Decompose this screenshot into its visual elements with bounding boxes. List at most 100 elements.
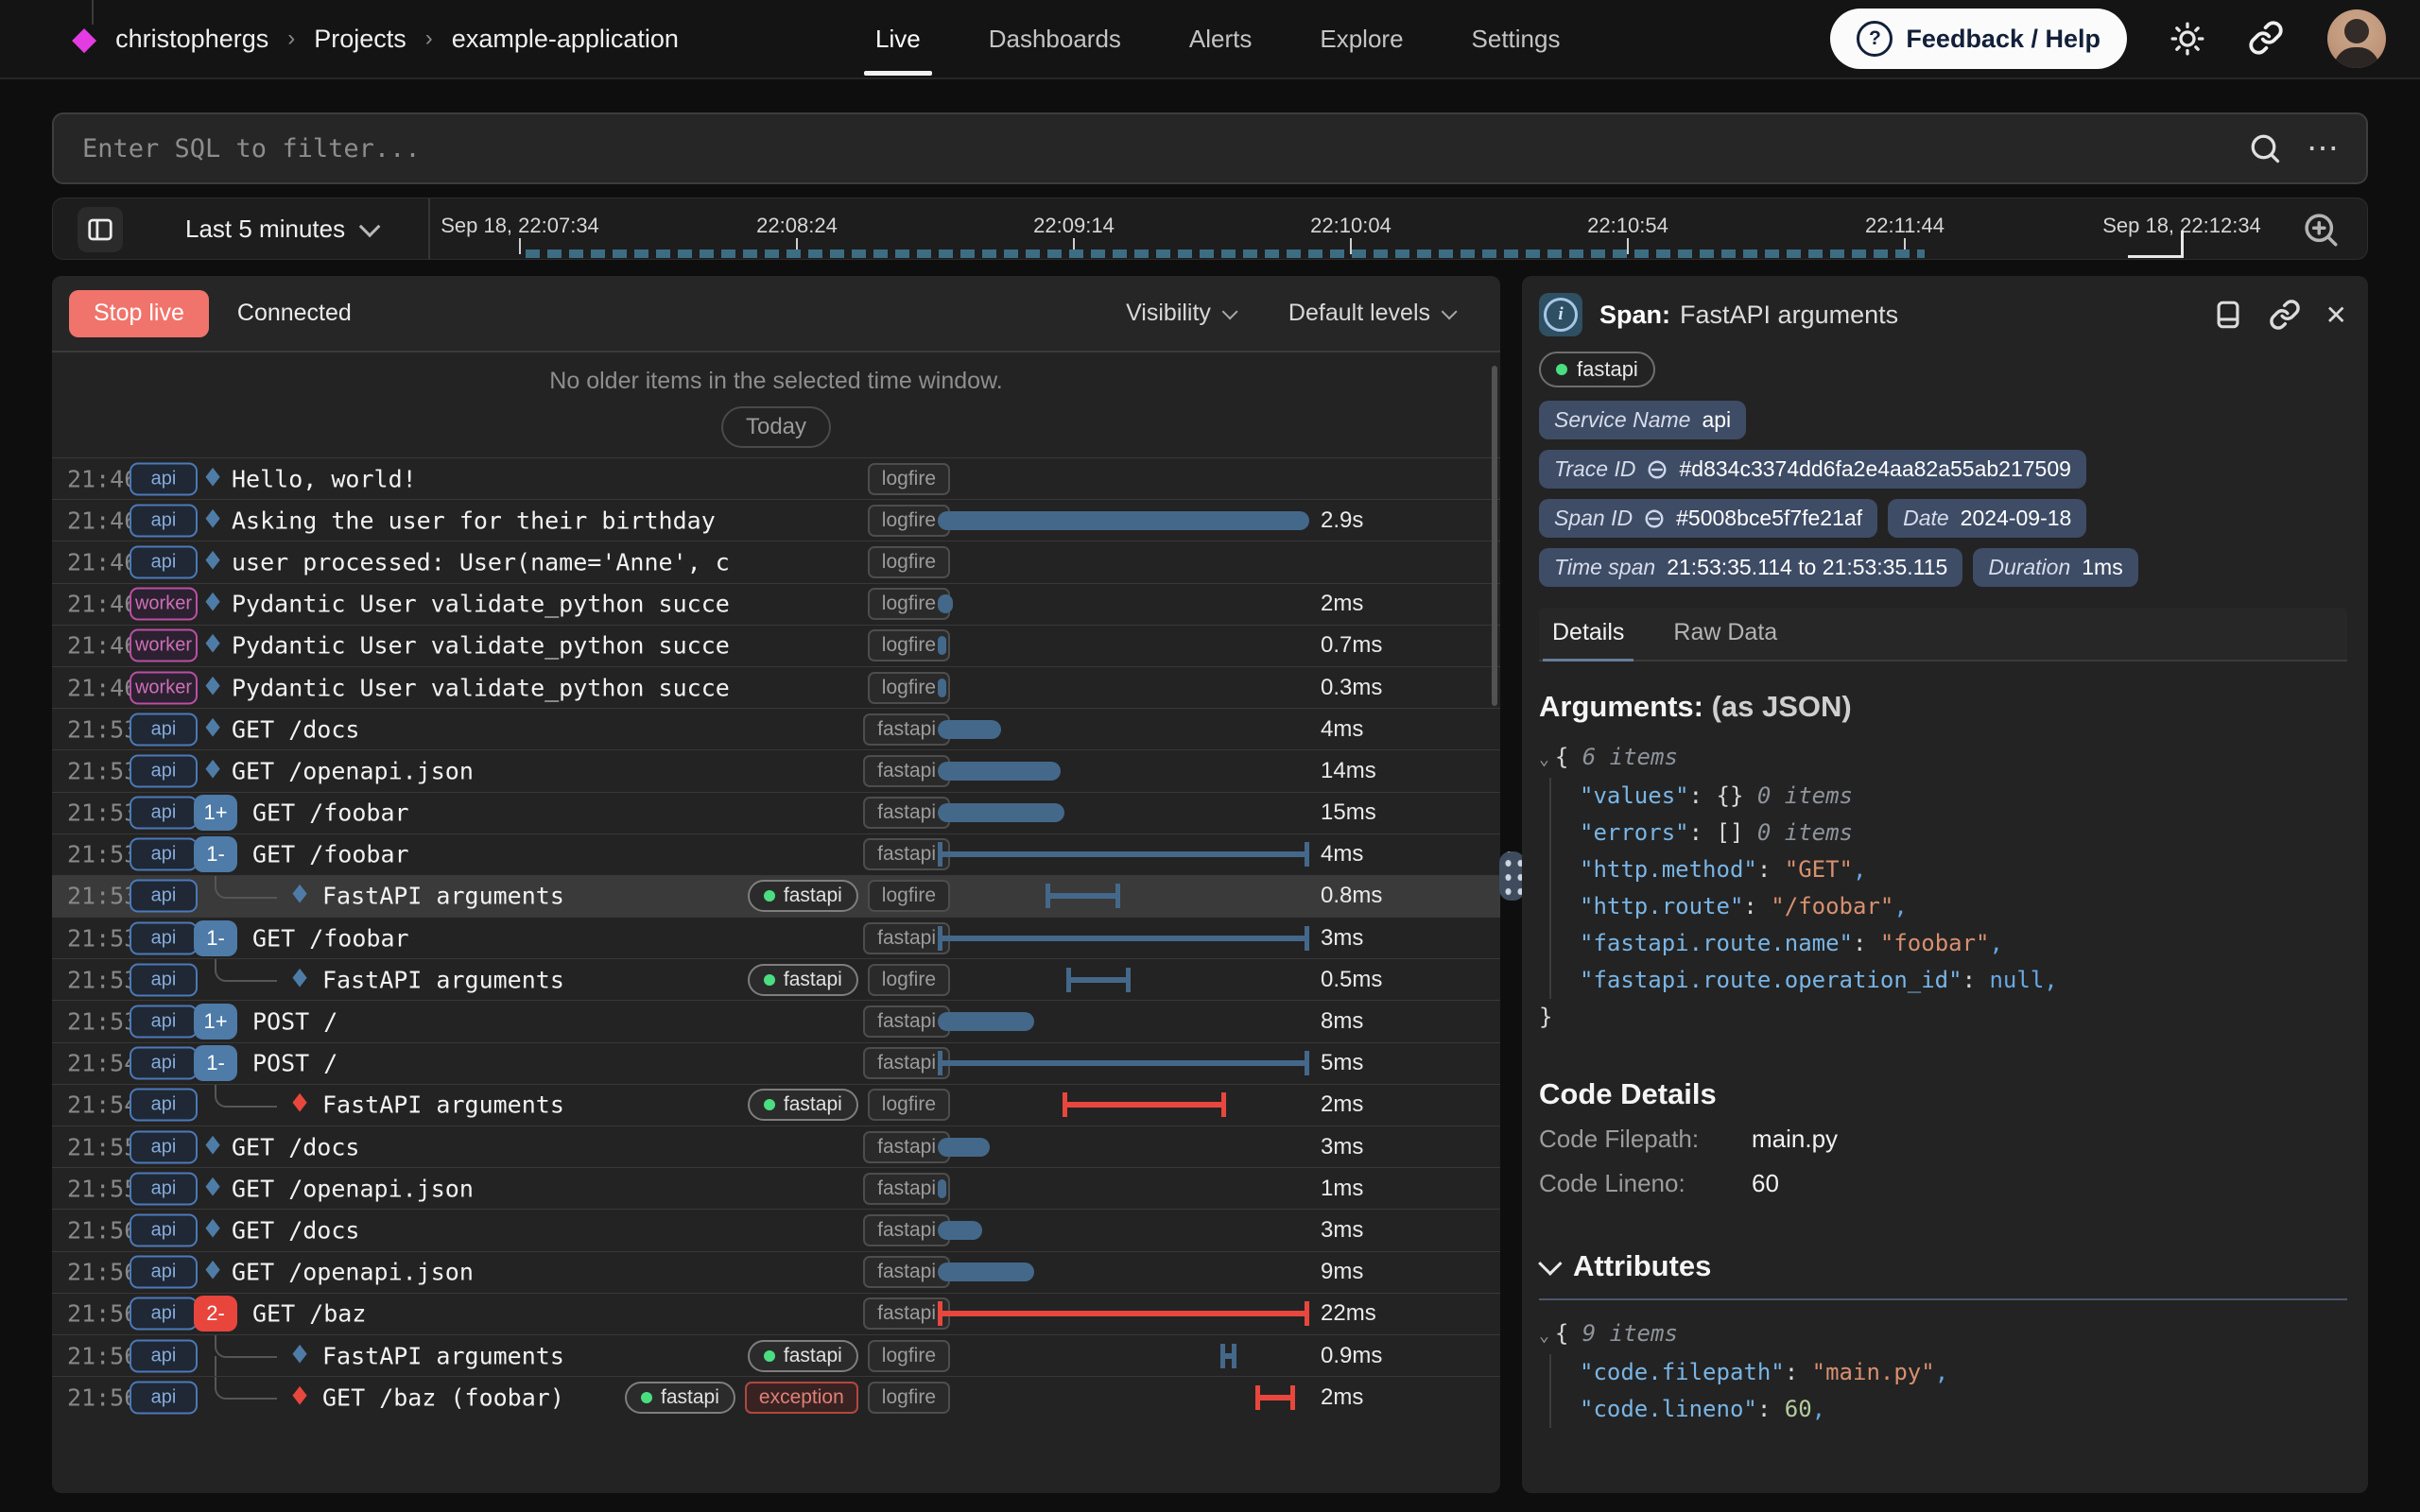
row-tag-api[interactable]: api [130, 963, 198, 996]
trace-row[interactable]: 21:46:33api♦user processed: User(name='A… [52, 541, 1500, 582]
row-tag-api[interactable]: api [130, 1297, 198, 1331]
span-detail-panel: i Span:FastAPI arguments ✕ [1522, 276, 2368, 1493]
theme-toggle-icon[interactable] [2169, 20, 2206, 58]
child-count-badge[interactable]: 2- [194, 1296, 237, 1332]
span-title-prefix: Span: [1599, 301, 1670, 329]
sql-filter-input[interactable] [54, 134, 2248, 163]
breadcrumb-project[interactable]: example-application [452, 25, 679, 54]
row-tag-worker[interactable]: worker [130, 629, 198, 662]
row-tag-api[interactable]: api [130, 754, 198, 787]
span-title: Span:FastAPI arguments [1599, 301, 1898, 330]
meta-badge-span-id[interactable]: Span ID#5008bce5f7fe21af [1539, 499, 1877, 538]
row-tag-api[interactable]: api [130, 1339, 198, 1372]
trace-row[interactable]: 21:53:56api1+POST /fastapi8ms [52, 1000, 1500, 1041]
visibility-dropdown[interactable]: Visibility [1126, 300, 1234, 327]
row-tag-api[interactable]: api [130, 797, 198, 830]
child-count-badge[interactable]: 1- [194, 1045, 237, 1081]
row-tag-worker[interactable]: worker [130, 671, 198, 704]
copy-link-icon[interactable] [2269, 299, 2301, 331]
stop-live-button[interactable]: Stop live [69, 290, 209, 337]
meta-badge-trace-id[interactable]: Trace ID#d834c3374dd6fa2e4aa82a55ab21750… [1539, 450, 2086, 489]
trace-row[interactable]: 21:46:55worker♦Pydantic User validate_py… [52, 625, 1500, 666]
child-count-badge[interactable]: 1- [194, 836, 237, 872]
child-count-badge[interactable]: 1+ [194, 795, 237, 831]
tree-connector [215, 959, 277, 982]
breadcrumb-org[interactable]: christophergs [115, 25, 268, 54]
scrollbar-thumb[interactable] [1492, 366, 1497, 706]
row-tag-api[interactable]: api [130, 880, 198, 913]
child-count-badge[interactable]: 1- [194, 920, 237, 956]
trace-row[interactable]: 21:56:09api♦GET /openapi.jsonfastapi9ms [52, 1251, 1500, 1293]
row-tag-api[interactable]: api [130, 921, 198, 954]
breadcrumb: christophergs › Projects › example-appli… [115, 25, 679, 54]
trace-row[interactable]: 21:56:09api♦GET /docsfastapi3ms [52, 1209, 1500, 1250]
tab-explore[interactable]: Explore [1320, 0, 1403, 77]
row-tag-api[interactable]: api [130, 1381, 198, 1414]
share-link-icon[interactable] [2248, 20, 2286, 58]
trace-row[interactable]: 21:53:35api1-GET /foobarfastapi4ms [52, 833, 1500, 875]
today-button[interactable]: Today [721, 406, 831, 448]
row-tag-api[interactable]: api [130, 462, 198, 495]
trace-row[interactable]: 21:56:13api2-GET /bazfastapi22ms [52, 1293, 1500, 1334]
row-tag-api[interactable]: api [130, 504, 198, 537]
trace-row[interactable]: 21:56:13api♦GET /baz (foobar)fastapiexce… [52, 1376, 1500, 1418]
trace-row[interactable]: 21:53:35api1-GET /foobarfastapi3ms [52, 917, 1500, 958]
duration-track [938, 793, 1309, 833]
trace-row[interactable]: 21:53:35api♦FastAPI argumentsfastapilogf… [52, 958, 1500, 1000]
trace-row[interactable]: 21:56:13api♦FastAPI argumentsfastapilogf… [52, 1334, 1500, 1376]
tick-label: 22:11:44 [1865, 214, 1945, 238]
trace-row[interactable]: 21:54:37api♦FastAPI argumentsfastapilogf… [52, 1084, 1500, 1125]
feedback-help-button[interactable]: ? Feedback / Help [1830, 9, 2127, 69]
panel-resize-handle[interactable] [1499, 851, 1525, 901]
panel-layout-icon[interactable] [2212, 299, 2244, 331]
detail-tab-details[interactable]: Details [1548, 608, 1628, 660]
trace-row[interactable]: 21:53:33api1+GET /foobarfastapi15ms [52, 792, 1500, 833]
trace-row[interactable]: 21:46:19api♦Asking the user for their bi… [52, 499, 1500, 541]
trace-row[interactable]: 21:46:55worker♦Pydantic User validate_py… [52, 666, 1500, 708]
row-tag-api[interactable]: api [130, 1172, 198, 1205]
detail-tab-raw-data[interactable]: Raw Data [1669, 608, 1781, 660]
row-tag-api[interactable]: api [130, 713, 198, 746]
trace-row[interactable]: 21:55:58api♦GET /openapi.jsonfastapi1ms [52, 1167, 1500, 1209]
breadcrumb-projects[interactable]: Projects [314, 25, 406, 54]
tab-dashboards[interactable]: Dashboards [989, 0, 1121, 77]
badge-row: Service Nameapi [1539, 401, 2347, 439]
child-count-badge[interactable]: 1+ [194, 1004, 237, 1040]
duration-label: 3ms [1321, 1134, 1363, 1160]
row-tag-worker[interactable]: worker [130, 588, 198, 621]
row-tag-api[interactable]: api [130, 1256, 198, 1289]
json-line: "errors": [] 0 items [1580, 815, 2347, 851]
tab-alerts[interactable]: Alerts [1189, 0, 1252, 77]
trace-row[interactable]: 21:53:28api♦GET /docsfastapi4ms [52, 708, 1500, 749]
trace-row[interactable]: 21:54:37api1-POST /fastapi5ms [52, 1042, 1500, 1084]
trace-row[interactable]: 21:46:19api♦Hello, world!logfire [52, 457, 1500, 499]
duration-track [938, 750, 1309, 791]
trace-row[interactable]: 21:55:58api♦GET /docsfastapi3ms [52, 1125, 1500, 1167]
chevron-down-icon[interactable] [1538, 1251, 1562, 1275]
tree-connector [215, 1085, 277, 1108]
tick-label: 22:09:14 [1033, 214, 1115, 238]
zoom-in-icon[interactable] [2301, 210, 2341, 249]
row-tag-api[interactable]: api [130, 1213, 198, 1246]
timeline-now-marker [2181, 231, 2184, 258]
row-tag-api[interactable]: api [130, 1047, 198, 1080]
user-avatar[interactable] [2327, 9, 2386, 68]
row-message: GET /openapi.json [232, 1259, 474, 1286]
default-levels-dropdown[interactable]: Default levels [1288, 300, 1453, 327]
row-tag-api[interactable]: api [130, 545, 198, 578]
more-options-icon[interactable]: ⋯ [2307, 139, 2342, 158]
trace-row[interactable]: 21:53:35api♦FastAPI argumentsfastapilogf… [52, 875, 1500, 917]
tab-live[interactable]: Live [875, 0, 921, 77]
row-tag-api[interactable]: api [130, 1089, 198, 1122]
tab-settings[interactable]: Settings [1472, 0, 1561, 77]
close-icon[interactable]: ✕ [2325, 300, 2347, 331]
row-tag-api[interactable]: api [130, 1005, 198, 1039]
row-tag-api[interactable]: api [130, 838, 198, 871]
duration-bar [938, 1012, 1034, 1031]
trace-row[interactable]: 21:46:55worker♦Pydantic User validate_py… [52, 583, 1500, 625]
service-tag-pill[interactable]: fastapi [1539, 352, 1655, 387]
trace-row[interactable]: 21:53:28api♦GET /openapi.jsonfastapi14ms [52, 749, 1500, 791]
row-tag-api[interactable]: api [130, 1130, 198, 1163]
badge-row: Span ID#5008bce5f7fe21afDate2024-09-18 [1539, 499, 2347, 538]
search-icon[interactable] [2248, 131, 2282, 165]
